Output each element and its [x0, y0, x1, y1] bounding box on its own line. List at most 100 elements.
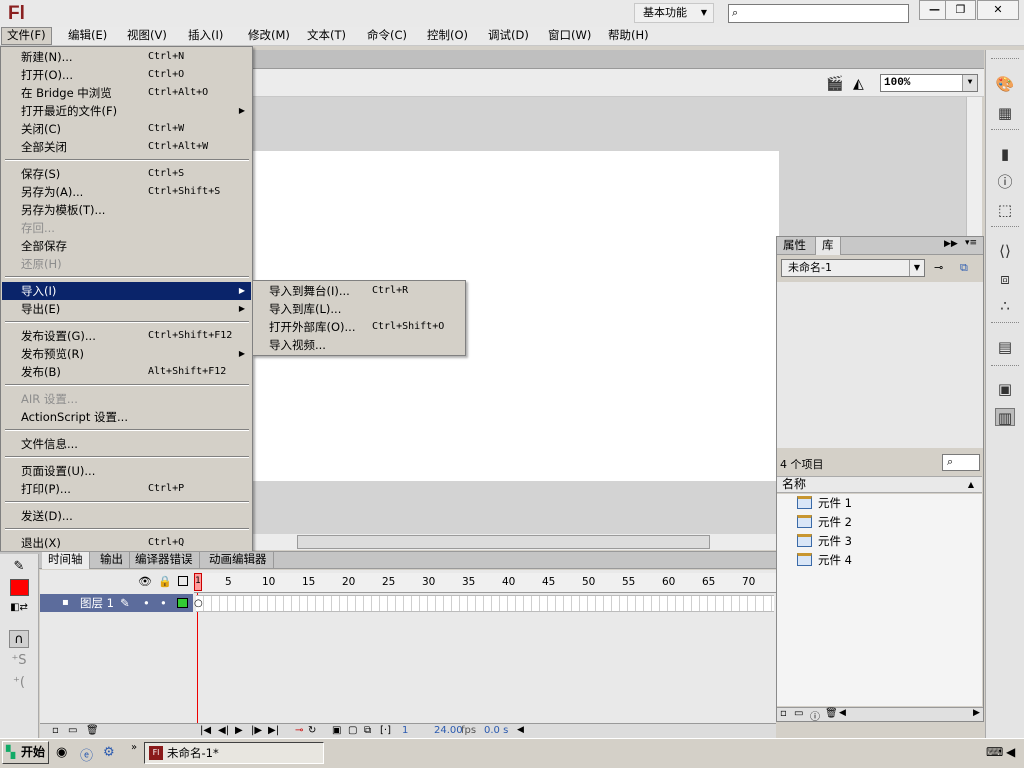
tray-icon[interactable]: ◀ [1006, 745, 1015, 759]
new-layer-icon[interactable]: ▫ [52, 724, 59, 737]
library-document-select[interactable]: 未命名-1 ▼ [781, 259, 925, 277]
menu-8[interactable]: 调试(D) [483, 27, 534, 45]
file-menu-item-0[interactable]: 新建(N)... Ctrl+N [2, 48, 251, 66]
file-menu-item-5[interactable]: 全部关闭 Ctrl+Alt+W [2, 138, 251, 156]
visible-dot[interactable]: • [143, 594, 150, 612]
menu-6[interactable]: 命令(C) [362, 27, 412, 45]
import-submenu-item-2[interactable]: 打开外部库(O)... Ctrl+Shift+O [254, 318, 464, 336]
timeline-ruler[interactable]: 5 10 15 20 25 30 35 40 45 50 55 60 65 70 [194, 573, 776, 593]
delete-layer-icon[interactable]: 🗑 [86, 724, 99, 737]
file-menu-item-1[interactable]: 打开(O)... Ctrl+O [2, 66, 251, 84]
menu-0[interactable]: 文件(F) [1, 27, 52, 45]
movie-explorer-icon[interactable]: ▣ [995, 380, 1015, 398]
lock-dot[interactable]: • [160, 594, 167, 612]
file-menu-item-4[interactable]: 关闭(C) Ctrl+W [2, 120, 251, 138]
delete-icon[interactable]: 🗑 [825, 708, 838, 719]
align-icon[interactable]: ▮ [995, 145, 1015, 163]
timeline-tab-3[interactable]: 动画编辑器 [203, 552, 274, 569]
file-menu-item-8[interactable]: 另存为模板(T)... [2, 201, 251, 219]
properties-icon[interactable]: ⓘ [810, 708, 820, 723]
scroll-left-icon[interactable]: ◀ [839, 708, 846, 718]
edit-symbols-icon[interactable]: ◭ [853, 76, 864, 92]
file-menu-item-12[interactable]: 导入(I) ▶ [2, 282, 251, 300]
file-menu-item-21[interactable]: 打印(P)... Ctrl+P [2, 480, 251, 498]
import-submenu-item-1[interactable]: 导入到库(L)... [254, 300, 464, 318]
new-folder-icon[interactable]: ▭ [794, 708, 803, 719]
file-menu-item-14[interactable]: 发布设置(G)... Ctrl+Shift+F12 [2, 327, 251, 345]
menu-3[interactable]: 插入(I) [183, 27, 228, 45]
swatches-icon[interactable]: ▦ [995, 104, 1015, 122]
menu-4[interactable]: 修改(M) [243, 27, 295, 45]
scroll-left-icon[interactable]: ◀ [517, 724, 524, 737]
layer-row[interactable]: ▪ 图层 1 ✎ • • [40, 594, 193, 612]
horizontal-scroll-thumb[interactable] [297, 535, 710, 549]
color-palette-icon[interactable]: 🎨 [995, 75, 1015, 93]
library-column-header[interactable]: 名称 ▲ [777, 476, 982, 493]
collapse-icon[interactable]: ▶▶ [944, 239, 958, 249]
dock-grip[interactable] [991, 322, 1019, 325]
file-menu-item-2[interactable]: 在 Bridge 中浏览 Ctrl+Alt+O [2, 84, 251, 102]
dock-grip[interactable] [991, 129, 1019, 132]
fps-readout[interactable]: 24.00 [434, 724, 463, 737]
last-frame-icon[interactable]: ▶| [268, 724, 279, 737]
frame-strip[interactable] [196, 595, 774, 612]
playhead[interactable]: 1 [194, 573, 202, 591]
prev-frame-icon[interactable]: ◀| [218, 724, 229, 737]
tab-library[interactable]: 库 [815, 237, 841, 255]
file-menu-item-10[interactable]: 全部保存 [2, 237, 251, 255]
new-symbol-icon[interactable]: ▫ [780, 708, 787, 719]
file-menu-item-23[interactable]: 退出(X) Ctrl+Q [2, 534, 251, 552]
eyedropper-icon[interactable]: ✎ [9, 558, 29, 576]
menu-7[interactable]: 控制(O) [422, 27, 473, 45]
file-menu-item-18[interactable]: ActionScript 设置... [2, 408, 251, 426]
timeline-tab-1[interactable]: 输出 [94, 552, 130, 569]
library-item[interactable]: 元件 4 [797, 551, 852, 570]
media-player-icon[interactable]: ◉ [56, 745, 67, 760]
timeline-tab-0[interactable]: 时间轴 [42, 552, 90, 569]
file-menu-item-6[interactable]: 保存(S) Ctrl+S [2, 165, 251, 183]
file-menu-item-22[interactable]: 发送(D)... [2, 507, 251, 525]
panel-menu-icon[interactable]: ▾≡ [965, 238, 977, 248]
loop-icon[interactable]: ↻ [308, 724, 316, 737]
vertical-scrollbar[interactable] [966, 97, 982, 237]
file-menu-item-15[interactable]: 发布预览(R) ▶ [2, 345, 251, 363]
menu-2[interactable]: 视图(V) [122, 27, 172, 45]
lock-icon[interactable]: 🔒 [158, 575, 172, 588]
next-frame-icon[interactable]: |▶ [251, 724, 262, 737]
browser-icon[interactable]: ⓔ [80, 745, 93, 764]
menu-10[interactable]: 帮助(H) [603, 27, 654, 45]
edit-multiple-icon[interactable]: ⧉ [364, 724, 371, 737]
help-search-input[interactable]: ⌕ [728, 4, 909, 23]
library-item[interactable]: 元件 1 [797, 494, 852, 513]
onion-outline-icon[interactable]: ▢ [348, 724, 357, 737]
dock-grip[interactable] [991, 365, 1019, 368]
layer-color-swatch[interactable] [177, 598, 188, 608]
library-search-input[interactable]: ⌕ [942, 454, 980, 471]
new-library-panel-icon[interactable]: ⧉ [960, 261, 968, 275]
new-folder-icon[interactable]: ▭ [68, 724, 77, 737]
keyboard-icon[interactable]: ⌨ [986, 745, 1003, 759]
first-frame-icon[interactable]: |◀ [200, 724, 211, 737]
file-menu-item-20[interactable]: 页面设置(U)... [2, 462, 251, 480]
file-menu-item-19[interactable]: 文件信息... [2, 435, 251, 453]
menu-1[interactable]: 编辑(E) [63, 27, 112, 45]
info-icon[interactable]: ⓘ [995, 173, 1015, 191]
transform-icon[interactable]: ⬚ [995, 201, 1015, 219]
pin-library-icon[interactable]: ⊸ [934, 261, 943, 274]
center-frame-icon[interactable]: ⊸ [295, 724, 303, 737]
straighten-icon[interactable]: ⁺( [9, 674, 29, 692]
restore-button[interactable]: ❐ [945, 0, 976, 20]
fill-color-swatch[interactable] [10, 579, 29, 596]
eye-icon[interactable]: 👁 [138, 575, 152, 588]
import-submenu-item-0[interactable]: 导入到舞台(I)... Ctrl+R [254, 282, 464, 300]
start-button[interactable]: ▚ 开始 [2, 741, 49, 764]
workspace-switcher[interactable]: 基本功能 ▼ [634, 3, 714, 23]
smooth-icon[interactable]: ⁺S [9, 652, 29, 670]
tab-properties[interactable]: 属性 [777, 237, 812, 255]
library-item[interactable]: 元件 2 [797, 513, 852, 532]
settings-icon[interactable]: ⚙ [103, 745, 115, 760]
library-icon[interactable]: ▥ [995, 408, 1015, 427]
file-menu-item-16[interactable]: 发布(B) Alt+Shift+F12 [2, 363, 251, 381]
onion-markers-icon[interactable]: [·] [380, 724, 391, 737]
onion-skin-icon[interactable]: ▣ [332, 724, 341, 737]
